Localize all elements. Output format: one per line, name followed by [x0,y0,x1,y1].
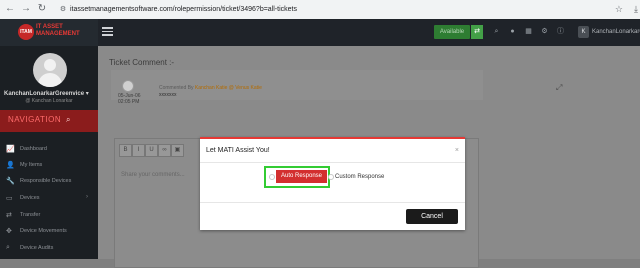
sidebar-item-label: Device Movements [20,228,67,234]
site-info-icon[interactable]: ⚙ [58,3,68,16]
image-icon[interactable]: ▣ [171,144,184,157]
profile-caret-icon[interactable]: ▾ [86,91,89,97]
download-icon[interactable]: ⤓ [634,3,638,15]
comment-time: 02:05 PM [118,99,140,105]
nav-search-icon[interactable]: ⌕ [66,115,70,125]
user-avatar[interactable]: K [578,26,589,38]
logo[interactable]: ITAM IT ASSET MANAGEMENT [0,19,98,46]
back-icon[interactable]: ← [4,3,16,15]
sidebar: KanchanLonarkarGreenvice ▾ @ Kanchan Lon… [0,46,98,259]
sidebar-item-label: My Items [20,162,43,168]
bold-icon[interactable]: B [119,144,132,157]
info-icon[interactable]: ⓘ [556,27,565,37]
forward-icon[interactable]: → [20,3,32,15]
assist-modal: Let MATI Assist You! × Auto Response Cus… [200,137,465,230]
profile-role: @ Kanchan Lonarkar [25,98,73,104]
profile-avatar[interactable] [33,53,67,87]
reload-icon[interactable]: ↻ [36,3,48,15]
chevron-right-icon: › [86,194,88,200]
close-icon[interactable]: × [455,147,459,154]
user-name[interactable]: KanchanLonarkarGr [592,27,640,37]
sidebar-item-my-items[interactable]: 👤 My Items [0,158,98,173]
logo-line1: IT ASSET [36,24,63,30]
logo-text: IT ASSET MANAGEMENT [36,24,80,38]
modal-divider [200,202,465,203]
availability-toggle-button[interactable]: ⇄ [471,25,483,39]
sidebar-item-responsible-devices[interactable]: 🔧 Responsible Devices [0,174,98,189]
sidebar-item-label: Responsible Devices [20,178,72,184]
page-title: Ticket Comment :- [109,58,175,67]
monitor-icon: ▭ [6,195,13,202]
auto-response-button[interactable]: Auto Response [276,170,327,183]
logo-line2: MANAGEMENT [36,31,80,37]
browser-toolbar: ← → ↻ ⚙ itassetmanagementsoftware.com/ro… [0,0,640,20]
bookmark-star-icon[interactable]: ☆ [615,3,623,15]
profile-name-text: KanchanLonarkarGreenvice [4,91,85,97]
italic-icon[interactable]: I [132,144,145,157]
availability-status[interactable]: Available [434,25,470,39]
user-icon: 👤 [6,162,15,169]
sidebar-item-label: Dashboard [20,146,47,152]
custom-response-radio[interactable] [328,174,334,180]
commenter-link[interactable]: Kanchan Katie @ Venus Katie [195,85,262,91]
navigation-header: NAVIGATION ⌕ [0,110,98,132]
comment-meta: Commented By Kanchan Katie @ Venus Katie [159,85,262,91]
comment-text: xxxxxxx [159,92,177,98]
search-icon: ⌕ [6,244,10,251]
modal-divider [200,162,465,163]
cancel-button[interactable]: Cancel [406,209,458,224]
commenter-avatar [122,80,134,92]
profile-name[interactable]: KanchanLonarkarGreenvice ▾ [4,90,96,97]
expand-icon[interactable]: ⤢ [556,83,562,93]
sidebar-item-devices[interactable]: ▭ Devices › [0,191,98,206]
comment-timestamp: 05-Jun-06 02:05 PM [118,93,141,105]
navigation-title: NAVIGATION [8,115,62,124]
sidebar-item-label: Transfer [20,212,41,218]
settings-icon[interactable]: ⚙ [540,27,549,37]
sidebar-item-label: Device Audits [20,245,54,251]
logo-mark-icon: ITAM [18,24,34,40]
search-icon[interactable]: ⌕ [492,27,501,37]
sidebar-item-dashboard[interactable]: 📈 Dashboard [0,142,98,157]
sidebar-item-label: Devices [20,195,40,201]
comment-meta-prefix: Commented By [159,85,194,91]
editor-placeholder: Share your comments... [121,172,185,178]
link-icon[interactable]: ∞ [158,144,171,157]
url-text: itassetmanagementsoftware.com/rolepermis… [69,6,297,13]
sidebar-item-device-audits[interactable]: ⌕ Device Audits [0,241,98,256]
auto-response-radio[interactable] [269,174,275,180]
menu-toggle-icon[interactable] [102,27,113,36]
modal-title: Let MATI Assist You! [206,147,270,154]
notification-icon[interactable]: ● [508,27,517,37]
apps-icon[interactable]: ▦ [524,27,533,37]
underline-icon[interactable]: U [145,144,158,157]
sidebar-item-transfer[interactable]: ⇄ Transfer [0,208,98,223]
custom-response-label[interactable]: Custom Response [335,174,384,180]
chart-icon: 📈 [6,146,15,153]
app-header: ITAM IT ASSET MANAGEMENT Available ⇄ ⌕ ●… [0,19,640,46]
address-bar[interactable]: ⚙ itassetmanagementsoftware.com/roleperm… [58,3,618,16]
transfer-icon: ⇄ [6,212,12,219]
sidebar-item-device-movements[interactable]: ✥ Device Movements [0,224,98,239]
wrench-icon: 🔧 [6,178,15,185]
move-icon: ✥ [6,228,12,235]
